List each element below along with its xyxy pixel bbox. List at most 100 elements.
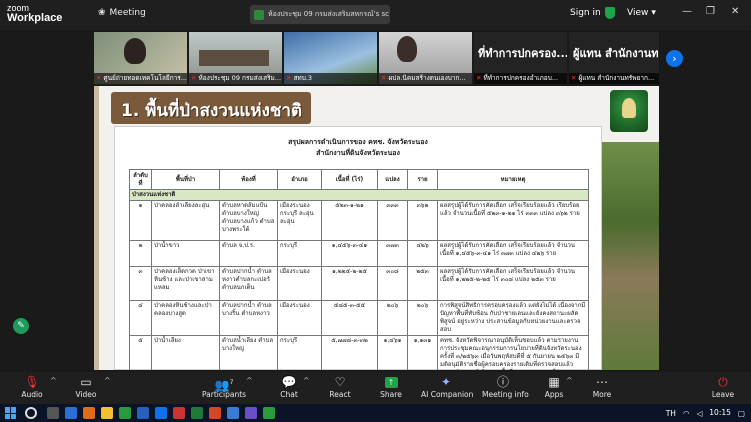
video-camera-icon: ▭ — [80, 375, 92, 389]
audio-button[interactable]: 🎙 Audio — [16, 375, 48, 403]
app-icon[interactable] — [227, 407, 239, 419]
chat-options-caret[interactable]: ^ — [303, 376, 310, 385]
ai-companion-label: AI Companion — [421, 390, 474, 399]
notifications-icon[interactable]: ▢ — [738, 409, 745, 418]
participant-tile[interactable]: ที่ทำการปกครอง... ✕ ที่ทำการปกครองอำเภอบ.… — [474, 32, 567, 84]
department-emblem-logo — [610, 90, 648, 132]
cell-area: ตำบลหาดส้มแป้น ตำบลบางใหญ่ ตำบลบางแก้ว ต… — [219, 200, 278, 241]
logo-bottom-text: Workplace — [7, 12, 63, 24]
ai-companion-button[interactable]: ✦ AI Companion — [421, 375, 474, 403]
participant-tile[interactable]: ✕ สทบ.3 — [284, 32, 377, 84]
windows-start-icon[interactable] — [5, 407, 17, 419]
slide-edge-decoration — [94, 86, 99, 370]
app-icon[interactable] — [245, 407, 257, 419]
participant-tile[interactable]: ✕ ศูนย์ถ่ายทอดเทคโนโลยีการ... — [94, 32, 187, 84]
meeting-info-label: Meeting info — [482, 390, 529, 399]
participant-tile[interactable]: ✕ ผปล.นิคมสร้างตนเองบาก... — [379, 32, 472, 84]
more-button[interactable]: ⋯ More — [590, 375, 614, 403]
table-row: ๑ ป่าคลองลำเลียงละอุ่น ตำบลหาดส้มแป้น ตำ… — [129, 200, 589, 241]
table-row: ๔ ป่าคลองหินช้างและป่าคลองบางสูด ตำบลปาก… — [129, 300, 589, 336]
task-view-icon[interactable] — [47, 407, 59, 419]
cell-people: ๒๐๖ — [407, 300, 438, 336]
meeting-app-icon — [254, 9, 264, 20]
cell-plots: ๓๗๓ — [377, 240, 408, 267]
mic-muted-icon: ✕ — [476, 74, 482, 82]
react-button[interactable]: ♡ React — [325, 375, 355, 403]
excel-icon[interactable] — [191, 407, 203, 419]
cell-rai: ๕๒๓-๑-๒๑ — [321, 200, 378, 241]
edge-icon[interactable] — [65, 407, 77, 419]
apps-options-caret[interactable]: ^ — [566, 376, 573, 385]
encryption-shield-icon[interactable] — [605, 7, 615, 19]
leave-button[interactable]: ⏻ Leave — [708, 375, 738, 403]
cell-plots: ๓๓๓ — [377, 200, 408, 241]
participants-icon: 👥7 — [214, 378, 234, 392]
meeting-menu-button[interactable]: ❀ Meeting — [98, 8, 146, 18]
participant-tile[interactable]: ผู้แทน สำนักงานท... ✕ผู้แทน สำนักงานทรัพ… — [569, 32, 659, 84]
meeting-tab[interactable]: ห้องประชุม 09 กรมส่งเสริมสหกรณ์'s sc ••• — [250, 5, 390, 24]
cell-note: ผลสรุปผู้ได้รับการคัดเลือก เสร็จเรียบร้อ… — [437, 200, 589, 241]
share-label: Share — [380, 390, 402, 399]
participant-tile[interactable]: ✕ ห้องประชุม 09 กรมส่งเสริม... — [189, 32, 282, 84]
chat-button[interactable]: 💬 Chat — [275, 375, 303, 403]
cell-no: ๑ — [129, 200, 152, 241]
search-icon[interactable] — [25, 407, 37, 419]
cell-district: เมืองระนอง กระบุรี ละอุ่น ละอุ่น — [277, 200, 322, 241]
cell-area: ตำบลปากน้ำ ตำบลบางริ้น ตำบลหงาว — [219, 300, 278, 336]
video-button[interactable]: ▭ Video — [70, 375, 102, 403]
cell-forest: ป่าคลองเส็ดกวด ป่าเขาหินช้าง และป่าเขาสา… — [151, 266, 220, 301]
participants-options-caret[interactable]: ^ — [246, 376, 253, 385]
audio-label: Audio — [21, 390, 43, 399]
cell-rai: ๑,๒๒๕-๒-๒๕ — [321, 266, 378, 301]
cell-people: ๑,๑๓๑ — [407, 335, 438, 370]
cell-note: ผลสรุปผู้ได้รับการคัดเลือก เสร็จเรียบร้อ… — [437, 266, 589, 301]
sign-in-link[interactable]: Sign in — [570, 8, 601, 18]
mic-muted-icon: ✕ — [381, 74, 387, 82]
system-tray: TH ◠ ◁ 10:15 ▢ — [666, 406, 745, 420]
slide-photo-strip — [602, 142, 659, 370]
share-screen-icon: ↑ — [376, 375, 406, 390]
video-options-caret[interactable]: ^ — [104, 376, 111, 385]
cell-no: ๓ — [129, 266, 152, 301]
annotate-pencil-button[interactable]: ✎ — [13, 318, 29, 334]
powerpoint-icon[interactable] — [209, 407, 221, 419]
line-icon[interactable] — [263, 407, 275, 419]
close-button[interactable]: ✕ — [731, 6, 739, 17]
apps-button[interactable]: ▦ Apps — [542, 375, 566, 403]
column-header: หมายเหตุ — [437, 169, 589, 190]
participants-count: 7 — [229, 379, 234, 386]
view-menu-button[interactable]: View ▾ — [627, 8, 656, 18]
paw-icon: ❀ — [98, 8, 106, 18]
cell-people: ๔๒๖ — [407, 240, 438, 267]
share-button[interactable]: ↑ Share — [376, 375, 406, 403]
cell-rai: ๕๘๕-๓-๕๕ — [321, 300, 378, 336]
react-label: React — [329, 390, 351, 399]
sparkle-icon: ✦ — [440, 375, 452, 389]
document-subtitle: สำนักงานที่ดินจังหวัดระนอง — [316, 149, 400, 157]
minimize-button[interactable]: — — [682, 6, 692, 17]
audio-options-caret[interactable]: ^ — [50, 376, 57, 385]
input-language[interactable]: TH — [666, 409, 676, 418]
volume-icon[interactable]: ◁ — [697, 409, 703, 418]
participant-name-bar: ✕ ผู้แทน สำนักงานทรัพยาก... — [569, 73, 659, 84]
chrome-icon[interactable] — [119, 407, 131, 419]
column-header: เนื้อที่ (ไร่) — [321, 169, 378, 190]
slide-title: 1. พื้นที่ป่าสงวนแห่งชาติ — [121, 101, 303, 121]
cell-area: ตำบลปากน้ำ ตำบลหงาวตำบลกะเปอร์ ตำบลนกเต็… — [219, 266, 278, 301]
restore-button[interactable]: ❐ — [706, 6, 715, 17]
column-header: ท้องที่ — [219, 169, 278, 190]
table-row: ๕ ป่าน้ำเลียง ตำบลน้ำเลียง ตำบล บางใหญ่ … — [129, 335, 589, 370]
mic-muted-icon: ✕ — [191, 74, 197, 82]
wifi-icon[interactable]: ◠ — [683, 409, 690, 418]
clock-time[interactable]: 10:15 — [709, 406, 731, 420]
participants-button[interactable]: 👥7 Participants — [202, 375, 246, 403]
acrobat-icon[interactable] — [173, 407, 185, 419]
meeting-info-button[interactable]: ⓘ Meeting info — [482, 375, 529, 403]
participant-name: ห้องประชุม 09 กรมส่งเสริม... — [198, 74, 282, 82]
file-explorer-icon[interactable] — [101, 407, 113, 419]
firefox-icon[interactable] — [83, 407, 95, 419]
participant-name-bar: ✕ สทบ.3 — [284, 73, 377, 84]
word-icon[interactable] — [137, 407, 149, 419]
next-page-button[interactable]: › — [666, 50, 683, 67]
zoom-icon[interactable] — [155, 407, 167, 419]
